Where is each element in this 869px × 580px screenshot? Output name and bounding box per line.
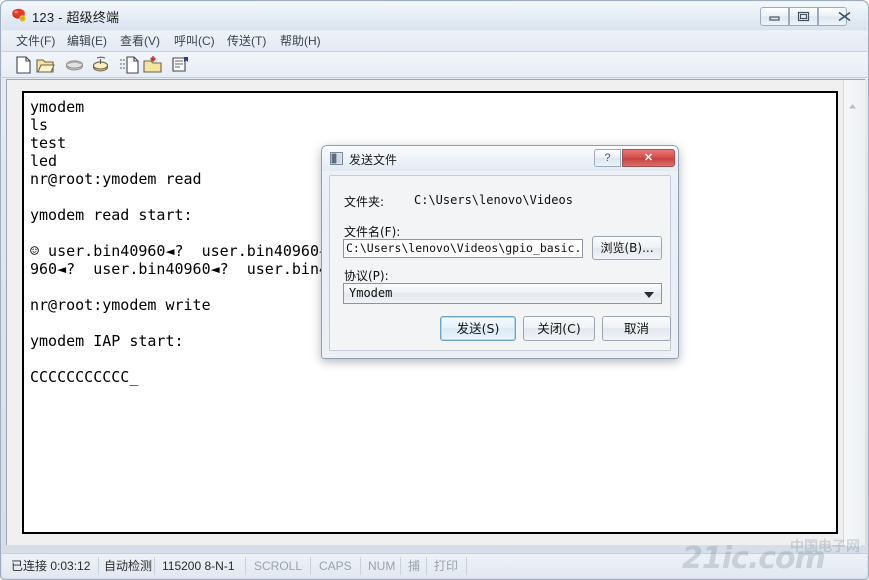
protocol-label: 协议(P): — [344, 269, 389, 283]
filename-label: 文件名(F): — [344, 225, 401, 239]
send-file-dialog: 发送文件 ? ✕ 文件夹: C:\Users\lenovo\Videos 文件名… — [321, 145, 679, 359]
folder-label: 文件夹: — [344, 195, 385, 209]
status-separator — [245, 557, 246, 575]
status-connected: 已连接 0:03:12 — [11, 559, 91, 573]
close-button[interactable] — [818, 7, 851, 26]
status-num: NUM — [368, 559, 396, 573]
close-transfer-button[interactable]: 关闭(C) — [523, 316, 595, 341]
menu-help[interactable]: 帮助(H) — [276, 33, 325, 49]
dialog-close-button[interactable]: ✕ — [622, 149, 675, 167]
send-file-icon[interactable] — [119, 55, 140, 75]
hyperterminal-window: 123 - 超级终端 文件(F) 编辑(E) 查看(V) 呼叫(C) 传送(T)… — [0, 0, 869, 580]
dialog-title: 发送文件 — [349, 153, 398, 167]
status-separator — [154, 557, 155, 575]
maximize-button[interactable] — [789, 7, 818, 26]
receive-file-icon[interactable] — [142, 55, 163, 75]
window-title: 123 - 超级终端 — [32, 10, 120, 25]
menu-edit[interactable]: 编辑(E) — [63, 33, 111, 49]
status-print: 打印 — [434, 559, 459, 573]
cancel-button[interactable]: 取消 — [602, 316, 671, 341]
dialog-help-button[interactable]: ? — [594, 149, 621, 167]
menu-view[interactable]: 查看(V) — [116, 33, 164, 49]
menu-file[interactable]: 文件(F) — [12, 33, 59, 49]
scroll-up-icon[interactable] — [844, 98, 861, 114]
dialog-titlebar: 发送文件 ? ✕ — [322, 146, 678, 171]
open-file-icon[interactable] — [35, 55, 56, 75]
menubar: 文件(F) 编辑(E) 查看(V) 呼叫(C) 传送(T) 帮助(H) — [2, 31, 867, 52]
status-baudrate: 115200 8-N-1 — [162, 559, 235, 573]
filename-input[interactable]: C:\Users\lenovo\Videos\gpio_basic.bin — [343, 239, 583, 258]
status-separator — [310, 557, 311, 575]
status-separator — [426, 557, 427, 575]
folder-value: C:\Users\lenovo\Videos — [414, 193, 573, 207]
menu-call[interactable]: 呼叫(C) — [170, 33, 219, 49]
connect-phone-icon[interactable] — [90, 55, 111, 75]
chevron-down-icon[interactable] — [644, 292, 654, 298]
status-capture: 捕 — [408, 559, 421, 573]
protocol-select[interactable]: Ymodem — [343, 283, 662, 304]
status-separator — [400, 557, 401, 575]
menu-transfer[interactable]: 传送(T) — [223, 33, 270, 49]
send-button[interactable]: 发送(S) — [440, 316, 516, 341]
properties-icon[interactable] — [170, 55, 191, 75]
status-separator — [466, 557, 467, 575]
send-file-dialog-icon — [330, 152, 343, 165]
minimize-button[interactable] — [760, 7, 789, 26]
browse-button[interactable]: 浏览(B)... — [592, 236, 662, 260]
vertical-scrollbar[interactable] — [843, 80, 861, 546]
protocol-selected-value: Ymodem — [349, 286, 393, 300]
status-autodetect: 自动检测 — [104, 559, 153, 573]
status-separator — [98, 557, 99, 575]
hyperterminal-icon — [10, 7, 28, 25]
toolbar — [2, 52, 867, 78]
statusbar: 已连接 0:03:12 自动检测 115200 8-N-1 SCROLL CAP… — [2, 553, 867, 578]
status-caps: CAPS — [319, 559, 352, 573]
dialog-body: 文件夹: C:\Users\lenovo\Videos 文件名(F): C:\U… — [329, 175, 671, 351]
status-scroll: SCROLL — [254, 559, 303, 573]
new-connection-icon[interactable] — [13, 55, 34, 75]
titlebar: 123 - 超级终端 — [2, 2, 867, 31]
status-separator — [360, 557, 361, 575]
disconnect-phone-icon[interactable] — [64, 55, 85, 75]
